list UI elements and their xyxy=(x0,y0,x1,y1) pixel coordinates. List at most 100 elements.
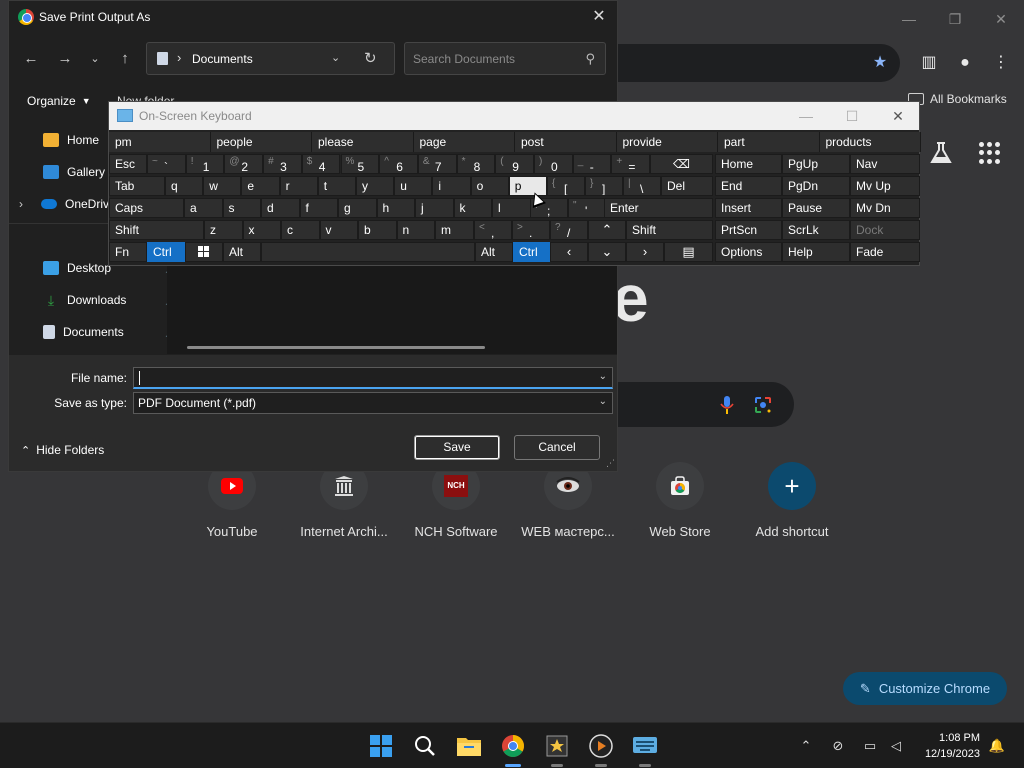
key-insert[interactable]: Insert xyxy=(715,198,782,218)
key-bracket[interactable]: }] xyxy=(585,176,623,196)
key-j[interactable]: j xyxy=(415,198,454,218)
key-a[interactable]: a xyxy=(184,198,223,218)
key-digit[interactable]: * 8 xyxy=(456,154,496,174)
dialog-titlebar[interactable]: Save Print Output As ✕ xyxy=(9,1,617,33)
shortcut-web-store[interactable]: Web Store xyxy=(624,462,736,539)
key-c[interactable]: c xyxy=(281,220,320,240)
key-digit[interactable]: % 5 xyxy=(340,154,380,174)
backspace-icon[interactable]: ⌫ xyxy=(650,154,713,174)
key-s[interactable]: s xyxy=(222,198,261,218)
dialog-close-button[interactable]: ✕ xyxy=(589,7,609,27)
suggestion-item[interactable]: part xyxy=(718,132,820,152)
key-pgdn[interactable]: PgDn xyxy=(782,176,850,196)
minimize-button[interactable]: — xyxy=(897,8,921,30)
key-n[interactable]: n xyxy=(396,220,435,240)
key-enter[interactable]: Enter xyxy=(604,198,713,218)
customize-chrome-button[interactable]: ✎ Customize Chrome xyxy=(843,672,1007,705)
bookmark-star-icon[interactable]: ★ xyxy=(869,52,891,74)
cancel-button[interactable]: Cancel xyxy=(514,435,600,460)
file-explorer-icon[interactable] xyxy=(454,731,484,761)
all-bookmarks-button[interactable]: All Bookmarks xyxy=(908,92,1007,106)
display-icon[interactable]: ▭ xyxy=(861,737,879,755)
profile-icon[interactable]: ● xyxy=(954,52,976,74)
key-ctrl-right[interactable]: Ctrl xyxy=(513,242,550,262)
key-b[interactable]: b xyxy=(358,220,397,240)
key-shift-left[interactable]: Shift xyxy=(109,220,204,240)
osk-close-button[interactable]: ✕ xyxy=(883,106,913,126)
key-alt-right[interactable]: Alt xyxy=(475,242,513,262)
shortcut-internet-archive[interactable]: Internet Archi... xyxy=(288,462,400,539)
key-shift-right[interactable]: Shift xyxy=(626,220,713,240)
context-menu-icon[interactable]: ▤ xyxy=(664,242,713,262)
restore-button[interactable]: ❐ xyxy=(943,8,967,30)
close-button[interactable]: ✕ xyxy=(989,8,1013,30)
key-digit[interactable]: ! 1 xyxy=(185,154,225,174)
arrow-up-icon[interactable]: ⌃ xyxy=(588,220,626,240)
refresh-icon[interactable]: ↻ xyxy=(364,49,377,67)
key-mv-up[interactable]: Mv Up xyxy=(850,176,920,196)
key-digit[interactable]: ^ 6 xyxy=(379,154,418,174)
key-options[interactable]: Options xyxy=(715,242,782,262)
key-digit[interactable]: + = xyxy=(611,154,651,174)
shortcut-youtube[interactable]: YouTube xyxy=(176,462,288,539)
key-e[interactable]: e xyxy=(241,176,280,196)
show-hidden-icons-chevron-up-icon[interactable]: ⌃ xyxy=(797,737,815,755)
key-mv-dn[interactable]: Mv Dn xyxy=(850,198,920,218)
key-m[interactable]: m xyxy=(435,220,474,240)
key-pgup[interactable]: PgUp xyxy=(782,154,850,174)
key-punct[interactable]: >. xyxy=(512,220,550,240)
clock[interactable]: 1:08 PM 12/19/2023 xyxy=(912,730,980,762)
osk-maximize-button[interactable]: ☐ xyxy=(837,106,867,126)
arrow-left-icon[interactable]: ‹ xyxy=(550,242,588,262)
suggestion-item[interactable]: post xyxy=(515,132,617,152)
osk-minimize-button[interactable]: — xyxy=(791,106,821,126)
address-bar[interactable]: › Documents ⌄ ↻ xyxy=(146,42,395,75)
key-del[interactable]: Del xyxy=(661,176,713,196)
key-end[interactable]: End xyxy=(715,176,782,196)
key-prtscn[interactable]: PrtScn xyxy=(715,220,782,240)
nav-item-documents[interactable]: Documents 📌 xyxy=(43,321,177,343)
key-alt-left[interactable]: Alt xyxy=(223,242,261,262)
save-as-type-select[interactable]: PDF Document (*.pdf) ⌄ xyxy=(133,392,613,414)
key-esc[interactable]: Esc xyxy=(109,154,147,174)
key-digit[interactable]: ) 0 xyxy=(534,154,573,174)
recent-locations-button[interactable]: ⌄ xyxy=(85,49,105,69)
key-punct[interactable]: ? / xyxy=(550,220,588,240)
nav-item-onedrive[interactable]: › OneDrive xyxy=(19,193,116,215)
key-u[interactable]: u xyxy=(394,176,433,196)
key-k[interactable]: k xyxy=(453,198,492,218)
suggestion-item[interactable]: people xyxy=(210,132,312,152)
key-d[interactable]: d xyxy=(261,198,300,218)
key-bracket[interactable]: | \ xyxy=(623,176,661,196)
windows-key-icon[interactable] xyxy=(185,242,223,262)
arrow-right-icon[interactable]: › xyxy=(626,242,664,262)
chevron-down-icon[interactable]: ⌄ xyxy=(599,371,607,382)
key-i[interactable]: i xyxy=(432,176,471,196)
key-q[interactable]: q xyxy=(165,176,204,196)
key-fade[interactable]: Fade xyxy=(850,242,920,262)
chevron-right-icon[interactable]: › xyxy=(19,197,33,211)
key-digit[interactable]: (9 xyxy=(495,154,534,174)
key-help[interactable]: Help xyxy=(782,242,850,262)
organize-button[interactable]: Organize ▼ xyxy=(27,94,91,108)
shortcut-web-master[interactable]: WEB мастерс... xyxy=(512,462,624,539)
save-button[interactable]: Save xyxy=(414,435,500,460)
nav-item-gallery[interactable]: Gallery xyxy=(43,161,105,183)
key-y[interactable]: y xyxy=(356,176,395,196)
media-player-icon[interactable] xyxy=(586,731,616,767)
notification-bell-icon[interactable]: 🔔 xyxy=(988,737,1006,755)
key-nav[interactable]: Nav xyxy=(850,154,920,174)
chevron-down-icon[interactable]: ⌄ xyxy=(331,51,340,64)
key-fn[interactable]: Fn xyxy=(109,242,147,262)
up-button[interactable]: ↑ xyxy=(115,49,135,69)
key-t[interactable]: t xyxy=(317,176,356,196)
add-shortcut-button[interactable]: + Add shortcut xyxy=(736,462,848,539)
horizontal-scrollbar[interactable] xyxy=(187,346,485,349)
key-pause[interactable]: Pause xyxy=(782,198,850,218)
suggestion-item[interactable]: provide xyxy=(616,132,718,152)
search-documents-input[interactable]: Search Documents ⚲ xyxy=(404,42,606,75)
key-dock[interactable]: Dock xyxy=(850,220,920,240)
key-digit[interactable]: @2 xyxy=(224,154,264,174)
key-digit[interactable]: ~ ` xyxy=(147,154,186,174)
key-digit[interactable]: & 7 xyxy=(417,154,457,174)
